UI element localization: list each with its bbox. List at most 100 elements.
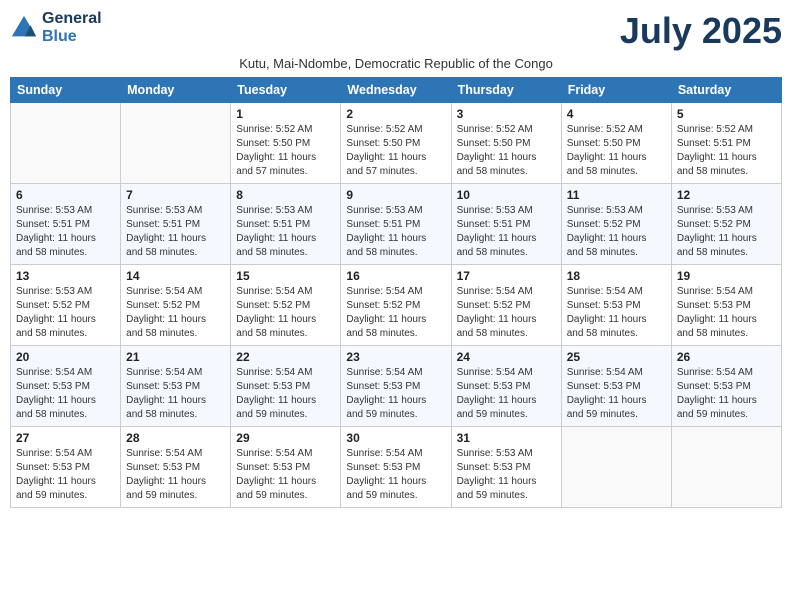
column-header-thursday: Thursday: [451, 78, 561, 103]
day-info: Sunrise: 5:54 AMSunset: 5:52 PMDaylight:…: [126, 285, 225, 341]
column-header-sunday: Sunday: [11, 78, 121, 103]
week-row-1: 1 Sunrise: 5:52 AMSunset: 5:50 PMDaylight…: [11, 103, 782, 184]
day-number: 18: [567, 269, 666, 283]
day-info: Sunrise: 5:53 AMSunset: 5:53 PMDaylight:…: [457, 447, 556, 503]
calendar-cell: [121, 103, 231, 184]
week-row-4: 20 Sunrise: 5:54 AMSunset: 5:53 PMDayligh…: [11, 346, 782, 427]
day-number: 3: [457, 107, 556, 121]
day-info: Sunrise: 5:54 AMSunset: 5:52 PMDaylight:…: [236, 285, 335, 341]
calendar-cell: [671, 427, 781, 508]
day-info: Sunrise: 5:53 AMSunset: 5:51 PMDaylight:…: [346, 204, 445, 260]
day-info: Sunrise: 5:54 AMSunset: 5:53 PMDaylight:…: [126, 447, 225, 503]
day-number: 20: [16, 350, 115, 364]
day-number: 16: [346, 269, 445, 283]
calendar-cell: 9Sunrise: 5:53 AMSunset: 5:51 PMDaylight…: [341, 184, 451, 265]
day-number: 22: [236, 350, 335, 364]
day-info: Sunrise: 5:54 AMSunset: 5:53 PMDaylight:…: [16, 366, 115, 422]
calendar-cell: 23 Sunrise: 5:54 AMSunset: 5:53 PMDayligh…: [341, 346, 451, 427]
day-number: 29: [236, 431, 335, 445]
day-number: 27: [16, 431, 115, 445]
day-number: 25: [567, 350, 666, 364]
calendar-cell: 24 Sunrise: 5:54 AMSunset: 5:53 PMDayligh…: [451, 346, 561, 427]
calendar-cell: 28 Sunrise: 5:54 AMSunset: 5:53 PMDayligh…: [121, 427, 231, 508]
logo-text: General Blue: [42, 10, 102, 45]
day-number: 17: [457, 269, 556, 283]
day-info: Sunrise: 5:52 AMSunset: 5:50 PMDaylight:…: [567, 123, 666, 179]
calendar-cell: 10Sunrise: 5:53 AMSunset: 5:51 PMDayligh…: [451, 184, 561, 265]
day-number: 7: [126, 188, 225, 202]
column-header-saturday: Saturday: [671, 78, 781, 103]
calendar-cell: 29 Sunrise: 5:54 AMSunset: 5:53 PMDayligh…: [231, 427, 341, 508]
calendar-cell: [561, 427, 671, 508]
calendar-cell: 22 Sunrise: 5:54 AMSunset: 5:53 PMDayligh…: [231, 346, 341, 427]
page-header: General Blue July 2025: [10, 10, 782, 52]
day-number: 12: [677, 188, 776, 202]
day-number: 13: [16, 269, 115, 283]
day-info: Sunrise: 5:54 AMSunset: 5:53 PMDaylight:…: [236, 366, 335, 422]
calendar-cell: 2 Sunrise: 5:52 AMSunset: 5:50 PMDaylight…: [341, 103, 451, 184]
calendar-cell: 12 Sunrise: 5:53 AMSunset: 5:52 PMDayligh…: [671, 184, 781, 265]
day-info: Sunrise: 5:52 AMSunset: 5:50 PMDaylight:…: [457, 123, 556, 179]
calendar-cell: 25 Sunrise: 5:54 AMSunset: 5:53 PMDayligh…: [561, 346, 671, 427]
day-info: Sunrise: 5:54 AMSunset: 5:53 PMDaylight:…: [16, 447, 115, 503]
day-number: 6: [16, 188, 115, 202]
day-info: Sunrise: 5:54 AMSunset: 5:53 PMDaylight:…: [126, 366, 225, 422]
calendar-cell: 19 Sunrise: 5:54 AMSunset: 5:53 PMDayligh…: [671, 265, 781, 346]
week-row-3: 13 Sunrise: 5:53 AMSunset: 5:52 PMDayligh…: [11, 265, 782, 346]
day-number: 21: [126, 350, 225, 364]
calendar-cell: 5 Sunrise: 5:52 AMSunset: 5:51 PMDaylight…: [671, 103, 781, 184]
day-info: Sunrise: 5:53 AMSunset: 5:52 PMDaylight:…: [567, 204, 666, 260]
day-number: 5: [677, 107, 776, 121]
day-number: 2: [346, 107, 445, 121]
logo: General Blue: [10, 10, 102, 45]
day-number: 4: [567, 107, 666, 121]
day-info: Sunrise: 5:53 AMSunset: 5:52 PMDaylight:…: [677, 204, 776, 260]
day-number: 10: [457, 188, 556, 202]
day-number: 19: [677, 269, 776, 283]
day-number: 30: [346, 431, 445, 445]
day-info: Sunrise: 5:54 AMSunset: 5:53 PMDaylight:…: [677, 285, 776, 341]
day-info: Sunrise: 5:54 AMSunset: 5:53 PMDaylight:…: [346, 366, 445, 422]
column-header-friday: Friday: [561, 78, 671, 103]
day-info: Sunrise: 5:54 AMSunset: 5:53 PMDaylight:…: [677, 366, 776, 422]
day-info: Sunrise: 5:52 AMSunset: 5:50 PMDaylight:…: [236, 123, 335, 179]
calendar-cell: 6Sunrise: 5:53 AMSunset: 5:51 PMDaylight…: [11, 184, 121, 265]
column-header-monday: Monday: [121, 78, 231, 103]
day-info: Sunrise: 5:53 AMSunset: 5:51 PMDaylight:…: [126, 204, 225, 260]
day-number: 26: [677, 350, 776, 364]
day-info: Sunrise: 5:53 AMSunset: 5:52 PMDaylight:…: [16, 285, 115, 341]
calendar-cell: 31 Sunrise: 5:53 AMSunset: 5:53 PMDayligh…: [451, 427, 561, 508]
day-number: 24: [457, 350, 556, 364]
calendar-cell: 1 Sunrise: 5:52 AMSunset: 5:50 PMDaylight…: [231, 103, 341, 184]
calendar-cell: 3 Sunrise: 5:52 AMSunset: 5:50 PMDaylight…: [451, 103, 561, 184]
day-number: 11: [567, 188, 666, 202]
day-number: 28: [126, 431, 225, 445]
subtitle: Kutu, Mai-Ndombe, Democratic Republic of…: [10, 56, 782, 71]
day-info: Sunrise: 5:52 AMSunset: 5:51 PMDaylight:…: [677, 123, 776, 179]
day-info: Sunrise: 5:54 AMSunset: 5:53 PMDaylight:…: [346, 447, 445, 503]
day-info: Sunrise: 5:54 AMSunset: 5:52 PMDaylight:…: [457, 285, 556, 341]
day-info: Sunrise: 5:53 AMSunset: 5:51 PMDaylight:…: [236, 204, 335, 260]
day-info: Sunrise: 5:54 AMSunset: 5:53 PMDaylight:…: [236, 447, 335, 503]
column-header-wednesday: Wednesday: [341, 78, 451, 103]
day-info: Sunrise: 5:54 AMSunset: 5:53 PMDaylight:…: [567, 366, 666, 422]
calendar-cell: [11, 103, 121, 184]
day-number: 31: [457, 431, 556, 445]
calendar-table: SundayMondayTuesdayWednesdayThursdayFrid…: [10, 77, 782, 508]
header-row: SundayMondayTuesdayWednesdayThursdayFrid…: [11, 78, 782, 103]
day-number: 23: [346, 350, 445, 364]
logo-icon: [10, 14, 38, 42]
week-row-2: 6 Sunrise: 5:53 AMSunset: 5:51 PMDaylight…: [11, 184, 782, 265]
day-number: 1: [236, 107, 335, 121]
calendar-cell: 17 Sunrise: 5:54 AMSunset: 5:52 PMDayligh…: [451, 265, 561, 346]
calendar-cell: 20 Sunrise: 5:54 AMSunset: 5:53 PMDayligh…: [11, 346, 121, 427]
day-info: Sunrise: 5:54 AMSunset: 5:52 PMDaylight:…: [346, 285, 445, 341]
day-info: Sunrise: 5:54 AMSunset: 5:53 PMDaylight:…: [567, 285, 666, 341]
calendar-cell: 26 Sunrise: 5:54 AMSunset: 5:53 PMDayligh…: [671, 346, 781, 427]
day-info: Sunrise: 5:54 AMSunset: 5:53 PMDaylight:…: [457, 366, 556, 422]
calendar-cell: 27 Sunrise: 5:54 AMSunset: 5:53 PMDayligh…: [11, 427, 121, 508]
calendar-cell: 30 Sunrise: 5:54 AMSunset: 5:53 PMDayligh…: [341, 427, 451, 508]
day-info: Sunrise: 5:52 AMSunset: 5:50 PMDaylight:…: [346, 123, 445, 179]
column-header-tuesday: Tuesday: [231, 78, 341, 103]
calendar-cell: 18 Sunrise: 5:54 AMSunset: 5:53 PMDayligh…: [561, 265, 671, 346]
